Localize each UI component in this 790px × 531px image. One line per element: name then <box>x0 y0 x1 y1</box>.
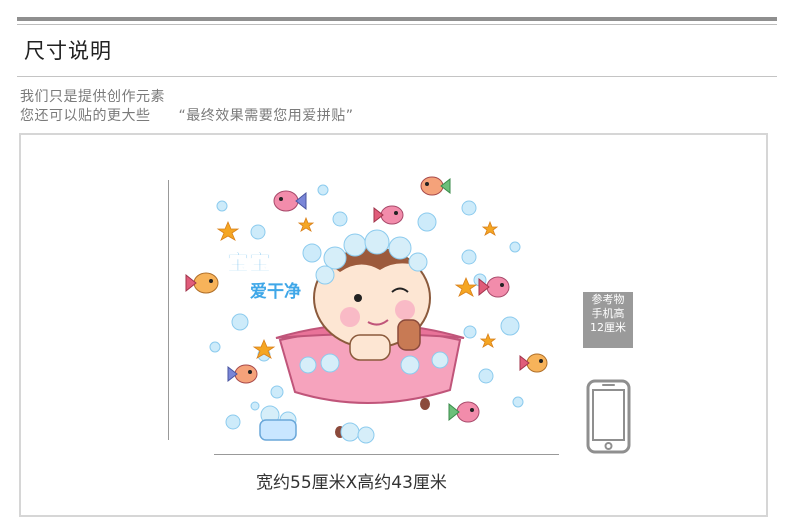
intro-line-2: 您还可以贴的更大些 “最终效果需要您用爱拼贴” <box>20 105 354 125</box>
sticker-title-line1: 宝宝 <box>227 250 271 276</box>
reference-line-1: 参考物 <box>591 293 625 306</box>
reference-note: 参考物 手机高 12厘米 <box>583 292 633 348</box>
intro-quote: “最终效果需要您用爱拼贴” <box>178 108 354 124</box>
sticker-illustration: 宝宝 爱干净 <box>185 176 548 444</box>
top-divider-thin <box>17 24 777 25</box>
reference-line-2: 手机高 <box>591 307 625 320</box>
width-measure-line <box>214 454 559 455</box>
soap-icon <box>259 419 297 441</box>
size-label: 宽约55厘米X高约43厘米 <box>256 473 447 493</box>
phone-icon <box>586 379 631 454</box>
intro-line-1: 我们只是提供创作元素 <box>20 89 165 105</box>
reference-line-3: 12厘米 <box>590 321 626 334</box>
top-divider-thick <box>17 17 777 21</box>
intro-line-2-text: 您还可以贴的更大些 <box>20 108 151 124</box>
title-divider <box>17 76 777 77</box>
sticker-title-line2: 爱干净 <box>250 281 301 302</box>
height-measure-line <box>168 180 169 440</box>
section-title: 尺寸说明 <box>24 39 112 63</box>
